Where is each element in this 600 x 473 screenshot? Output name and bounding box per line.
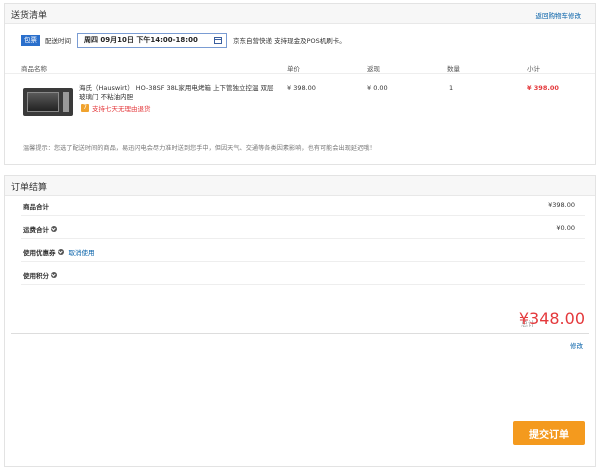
shipping-time-selector[interactable]: 周四 09月10日 下午14:00-18:00 (77, 32, 227, 48)
cancel-coupon-link[interactable]: 取消使用 (69, 247, 95, 257)
shipping-total-row[interactable]: 运费合计 ¥0.00 (21, 219, 585, 239)
goods-total-row: 商品合计 ¥398.00 (21, 196, 585, 216)
table-row: 海氏（Hauswirt） HO-38SF 38L家用电烤箱 上下管独立控温 双层… (5, 82, 595, 122)
goods-total-label: 商品合计 (23, 203, 49, 211)
calendar-icon[interactable] (214, 36, 222, 44)
guarantee-badge: 包票 (21, 34, 40, 46)
shipping-total-value: ¥0.00 (556, 224, 575, 232)
chevron-down-icon[interactable] (57, 249, 64, 255)
points-row[interactable]: 使用积分 (21, 265, 585, 285)
modify-link[interactable]: 修改 (570, 340, 583, 350)
total-amount: ¥348.00 (518, 309, 585, 328)
coupon-row[interactable]: 使用优惠券 取消使用 (21, 242, 585, 262)
product-discount: ¥ 0.00 (367, 84, 388, 92)
total-divider (11, 333, 589, 334)
delivery-tip: 温馨提示：您选了配送时间的商品，易迅闪电会尽力准时送到您手中，但因天气、交通等各… (23, 145, 376, 152)
delivery-title: 送货清单 (11, 11, 48, 21)
shipping-time-row: 包票 配送时间 周四 09月10日 下午14:00-18:00 京东自营快递 支… (21, 32, 346, 48)
col-name: 商品名称 (21, 65, 47, 73)
goods-total-value: ¥398.00 (548, 201, 575, 209)
col-qty: 数量 (447, 65, 460, 73)
return-policy-text: 支持七天无理由退货 (92, 105, 151, 113)
chevron-down-icon[interactable] (51, 272, 57, 278)
product-qty: 1 (449, 84, 454, 92)
back-to-cart-link[interactable]: 返回购物车修改 (536, 10, 582, 20)
submit-order-button[interactable]: 提交订单 (513, 421, 585, 445)
shipping-time-value: 周四 09月10日 下午14:00-18:00 (84, 36, 198, 44)
product-thumbnail[interactable] (23, 86, 73, 118)
points-label: 使用积分 (23, 272, 49, 280)
delivery-panel: 送货清单 返回购物车修改 包票 配送时间 周四 09月10日 下午14:00-1… (4, 3, 596, 165)
product-subtotal: ¥ 398.00 (527, 84, 559, 92)
order-summary-panel: 订单结算 商品合计 ¥398.00 运费合计 ¥0.00 使用优惠券 取消使用 … (4, 175, 596, 467)
shipping-time-label: 配送时间 (45, 37, 71, 45)
product-price: ¥ 398.00 (287, 84, 316, 92)
return-policy-tag: 7 支持七天无理由退货 (81, 103, 151, 113)
shipping-note: 京东自营快递 支持现金及POS机刷卡。 (233, 37, 346, 45)
delivery-header: 送货清单 返回购物车修改 (5, 4, 595, 24)
order-header: 订单结算 (5, 176, 595, 196)
chevron-down-icon[interactable] (51, 226, 57, 232)
order-title: 订单结算 (11, 183, 48, 193)
seven-day-return-icon: 7 (81, 104, 89, 112)
col-price: 单价 (287, 65, 300, 73)
item-table-header: 商品名称 单价 返现 数量 小计 (5, 62, 595, 74)
col-subtotal: 小计 (527, 65, 540, 73)
shipping-total-label: 运费合计 (23, 226, 49, 234)
coupon-label: 使用优惠券 (23, 249, 56, 257)
product-name[interactable]: 海氏（Hauswirt） HO-38SF 38L家用电烤箱 上下管独立控温 双层… (79, 84, 275, 102)
col-discount: 返现 (367, 65, 380, 73)
